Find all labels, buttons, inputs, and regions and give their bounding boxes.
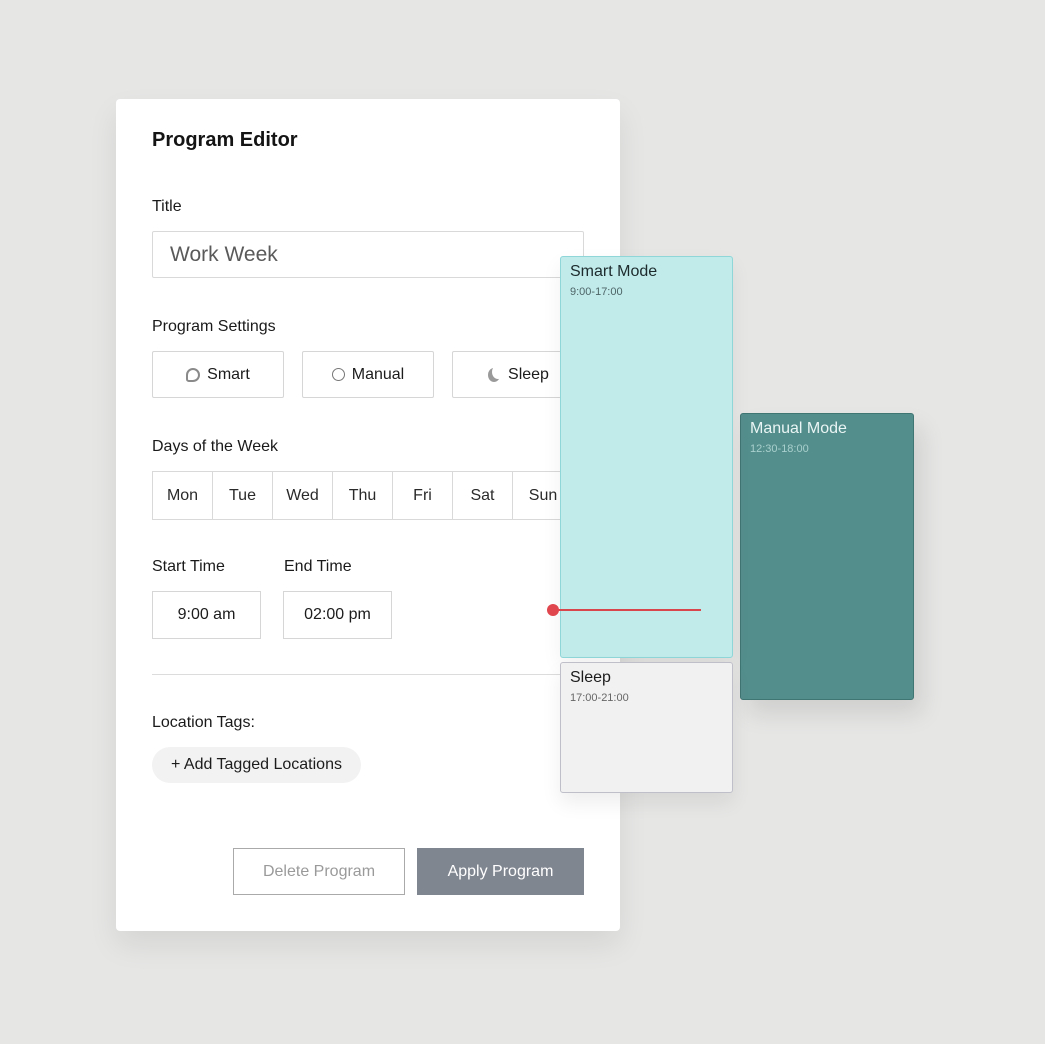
manual-mode-label: Manual xyxy=(351,365,405,383)
smart-mode-label: Smart xyxy=(207,365,250,383)
title-label: Title xyxy=(152,198,182,215)
day-mon[interactable]: Mon xyxy=(153,472,213,519)
location-tags-label: Location Tags: xyxy=(152,714,255,731)
day-sat[interactable]: Sat xyxy=(453,472,513,519)
schedule-block-title: Manual Mode xyxy=(750,420,847,437)
apply-program-button[interactable]: Apply Program xyxy=(417,848,584,895)
end-time-input[interactable]: 02:00 pm xyxy=(283,591,392,639)
day-fri[interactable]: Fri xyxy=(393,472,453,519)
start-time-label: Start Time xyxy=(152,558,225,575)
schedule-block-time: 9:00-17:00 xyxy=(570,286,623,298)
end-time-label: End Time xyxy=(284,558,352,575)
day-tue[interactable]: Tue xyxy=(213,472,273,519)
delete-program-button[interactable]: Delete Program xyxy=(233,848,405,895)
sleep-mode-label: Sleep xyxy=(508,365,549,383)
manual-icon xyxy=(331,368,345,381)
schedule-block-manual-mode[interactable]: Manual Mode 12:30-18:00 xyxy=(740,413,914,700)
start-time-input[interactable]: 9:00 am xyxy=(152,591,261,639)
divider xyxy=(152,674,584,675)
program-settings-label: Program Settings xyxy=(152,318,276,335)
day-thu[interactable]: Thu xyxy=(333,472,393,519)
schedule-block-sleep[interactable]: Sleep 17:00-21:00 xyxy=(560,662,733,793)
schedule-block-smart-mode[interactable]: Smart Mode 9:00-17:00 xyxy=(560,256,733,658)
current-time-indicator-line xyxy=(553,609,701,611)
current-time-indicator-dot xyxy=(547,604,559,616)
title-input[interactable] xyxy=(152,231,584,278)
schedule-block-title: Smart Mode xyxy=(570,263,658,280)
day-wed[interactable]: Wed xyxy=(273,472,333,519)
days-selector: Mon Tue Wed Thu Fri Sat Sun xyxy=(152,471,574,520)
smart-icon xyxy=(186,367,201,382)
days-of-week-label: Days of the Week xyxy=(152,438,278,455)
add-tagged-locations-button[interactable]: + Add Tagged Locations xyxy=(152,747,361,783)
moon-icon xyxy=(487,367,502,382)
page-title: Program Editor xyxy=(152,129,298,151)
schedule-block-time: 17:00-21:00 xyxy=(570,692,629,704)
smart-mode-button[interactable]: Smart xyxy=(152,351,284,398)
schedule-block-title: Sleep xyxy=(570,669,611,686)
manual-mode-button[interactable]: Manual xyxy=(302,351,434,398)
program-editor-panel: Program Editor Title Program Settings Sm… xyxy=(116,99,620,931)
schedule-block-time: 12:30-18:00 xyxy=(750,443,809,455)
